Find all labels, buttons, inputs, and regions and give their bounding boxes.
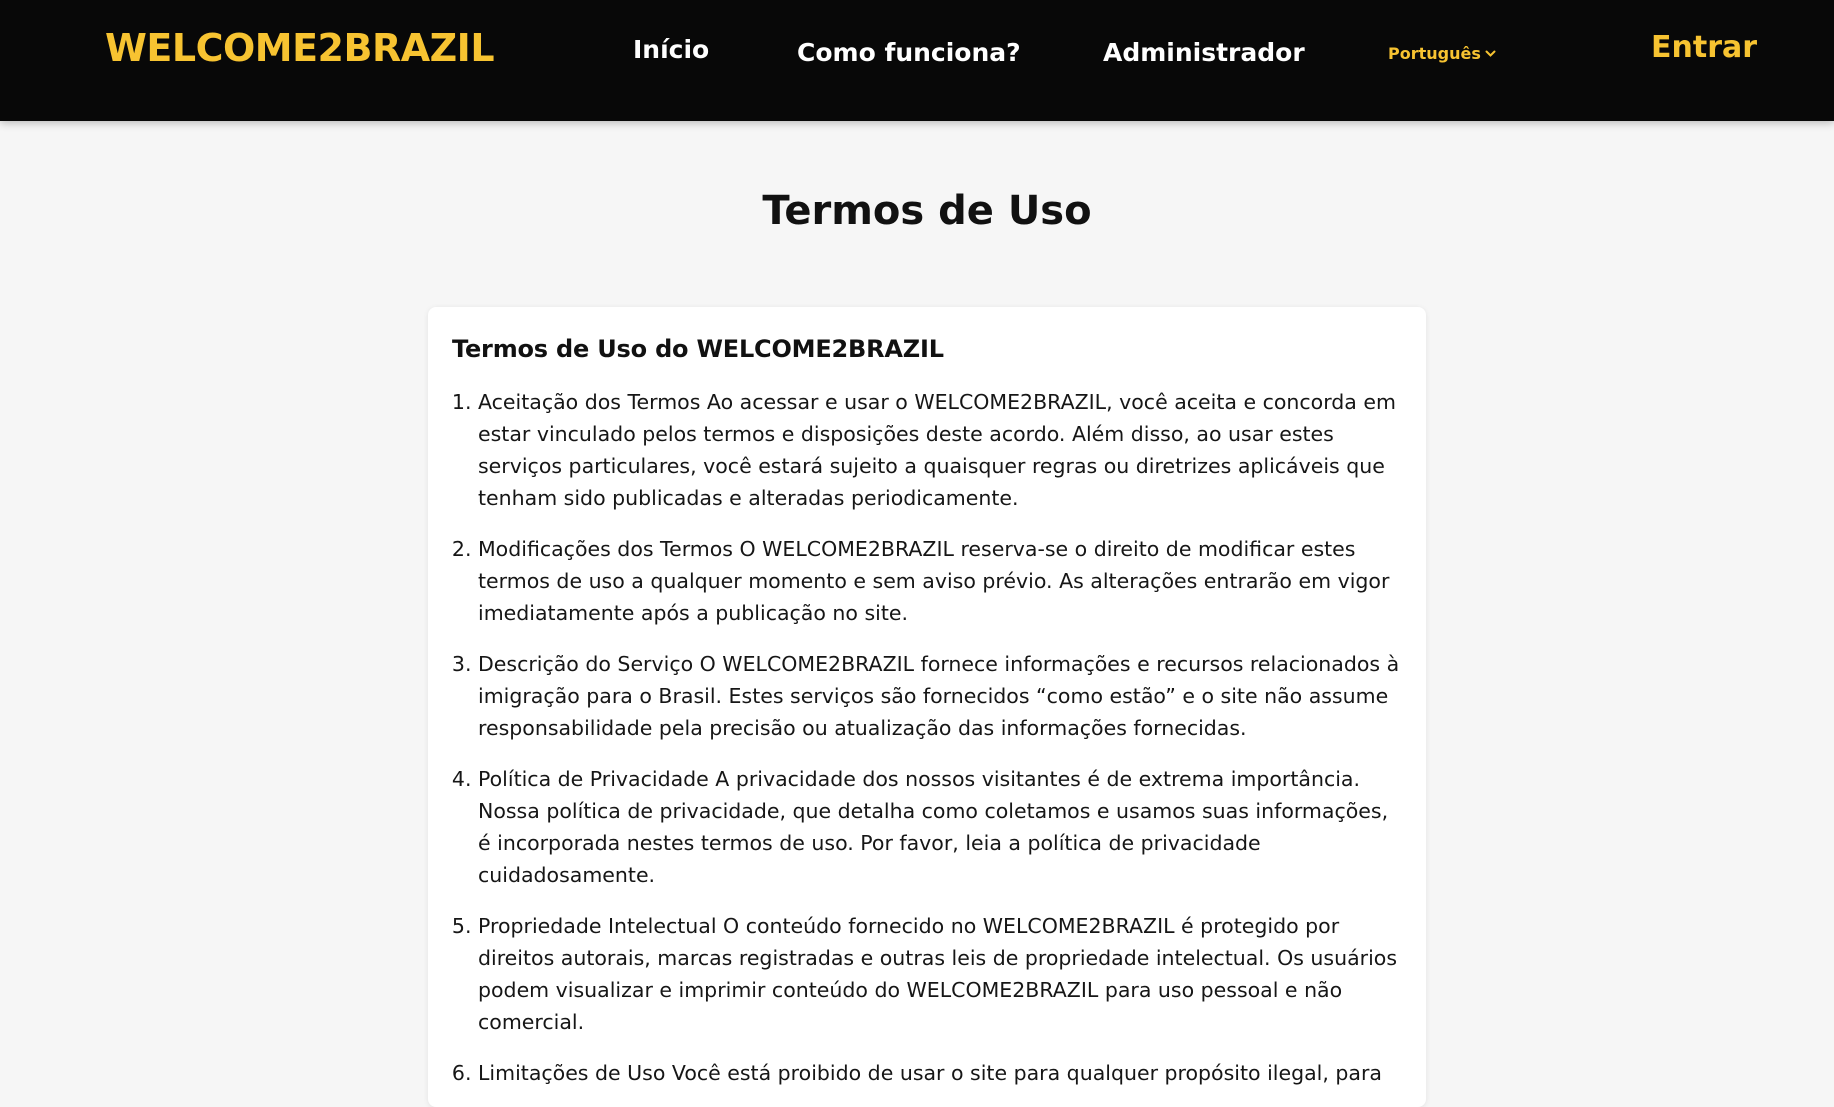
nav-link-administrador[interactable]: Administrador — [1103, 38, 1305, 67]
terms-list: Aceitação dos Termos Ao acessar e usar o… — [452, 386, 1402, 1089]
nav-link-como-funciona[interactable]: Como funciona? — [797, 38, 1021, 67]
terms-item: Aceitação dos Termos Ao acessar e usar o… — [478, 386, 1402, 514]
language-label: Português — [1388, 44, 1481, 63]
terms-item: Limitações de Uso Você está proibido de … — [478, 1057, 1402, 1089]
login-button[interactable]: Entrar — [1651, 30, 1757, 65]
site-logo[interactable]: WELCOME2BRAZIL — [105, 26, 495, 70]
terms-item: Política de Privacidade A privacidade do… — [478, 763, 1402, 891]
terms-card: Termos de Uso do WELCOME2BRAZIL Aceitaçã… — [428, 307, 1426, 1107]
chevron-down-icon — [1485, 47, 1496, 61]
terms-heading: Termos de Uso do WELCOME2BRAZIL — [452, 335, 944, 363]
nav-link-inicio[interactable]: Início — [633, 35, 709, 64]
top-navbar: WELCOME2BRAZIL Início Como funciona? Adm… — [0, 0, 1834, 121]
terms-item: Propriedade Intelectual O conteúdo forne… — [478, 910, 1402, 1038]
terms-item: Descrição do Serviço O WELCOME2BRAZIL fo… — [478, 648, 1402, 744]
page-title: Termos de Uso — [762, 188, 1092, 234]
language-selector[interactable]: Português — [1388, 44, 1496, 63]
terms-item: Modificações dos Termos O WELCOME2BRAZIL… — [478, 533, 1402, 629]
